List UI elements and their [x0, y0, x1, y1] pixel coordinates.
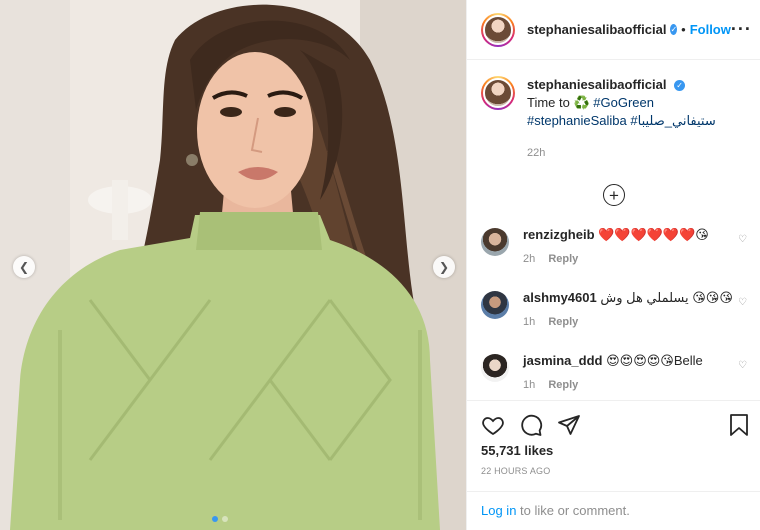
like-comment-icon[interactable]: ♡	[738, 360, 747, 371]
next-photo-button[interactable]: ❯	[433, 256, 455, 278]
chevron-right-icon: ❯	[438, 260, 450, 274]
reply-button[interactable]: Reply	[548, 253, 578, 265]
commenter-username[interactable]: renzizgheib	[523, 227, 595, 242]
comment-item: alshmy4601 يسلملي هل وش 😘😘😘 1h Reply ♡	[467, 289, 760, 328]
caption-text: Time to ♻️	[527, 95, 594, 110]
login-prompt: Log in to like or comment.	[467, 491, 760, 529]
carousel-indicator	[212, 516, 228, 522]
separator-dot: •	[681, 22, 686, 37]
like-comment-icon[interactable]: ♡	[738, 297, 747, 308]
author-username[interactable]: stephaniesalibaofficial	[527, 22, 666, 37]
comment-item: renzizgheib ❤️❤️❤️❤️❤️❤️😘 2h Reply ♡	[467, 226, 760, 265]
reply-button[interactable]: Reply	[548, 379, 578, 391]
bookmark-icon[interactable]	[727, 413, 751, 437]
carousel-dot	[212, 516, 218, 522]
photo-illustration	[0, 0, 466, 530]
commenter-avatar[interactable]	[481, 228, 509, 256]
commenter-avatar[interactable]	[481, 354, 509, 382]
caption-avatar[interactable]	[481, 76, 515, 110]
hashtag-link[interactable]: #ستيفاني_صليبا	[630, 113, 715, 128]
reply-button[interactable]: Reply	[548, 316, 578, 328]
comments-section: stephaniesalibaofficial ✓ Time to ♻️ #Go…	[467, 60, 760, 400]
post-header: stephaniesalibaofficial ✓ • Follow ···	[467, 0, 760, 60]
likes-count[interactable]: 55,731 likes	[467, 441, 760, 458]
login-link[interactable]: Log in	[481, 503, 516, 518]
like-comment-icon[interactable]: ♡	[738, 234, 747, 245]
chevron-left-icon: ❮	[18, 260, 30, 274]
more-options-icon[interactable]: ···	[731, 19, 752, 40]
post-timestamp: 22 HOURS AGO	[481, 466, 551, 476]
post-sidebar: stephaniesalibaofficial ✓ • Follow ··· s…	[466, 0, 760, 530]
follow-button[interactable]: Follow	[690, 22, 731, 37]
action-bar	[467, 401, 760, 441]
hashtag-link[interactable]: #stephanieSaliba	[527, 113, 627, 128]
commenter-avatar[interactable]	[481, 291, 509, 319]
heart-icon[interactable]	[481, 413, 505, 437]
author-avatar[interactable]	[481, 12, 515, 47]
verified-badge-icon: ✓	[670, 24, 678, 35]
post-caption: stephaniesalibaofficial ✓ Time to ♻️ #Go…	[467, 60, 760, 162]
plus-icon: +	[609, 185, 619, 205]
post-photo[interactable]: ❮ ❯	[0, 0, 466, 530]
comment-timestamp: 1h	[523, 316, 536, 328]
comment-text: 😍😍😍😍😘Belle	[606, 353, 703, 368]
login-prompt-text: to like or comment.	[516, 503, 630, 518]
previous-photo-button[interactable]: ❮	[13, 256, 35, 278]
load-more-comments-button[interactable]: +	[603, 184, 625, 206]
commenter-username[interactable]: jasmina_ddd	[523, 353, 602, 368]
caption-timestamp: 22h	[527, 147, 546, 159]
carousel-dot	[222, 516, 228, 522]
hashtag-link[interactable]: #GoGreen	[593, 95, 654, 110]
post-actions: 55,731 likes 22 HOURS AGO Log in to like…	[467, 400, 760, 530]
comment-text: ❤️❤️❤️❤️❤️❤️😘	[598, 227, 709, 242]
commenter-username[interactable]: alshmy4601	[523, 290, 597, 305]
comment-timestamp: 1h	[523, 379, 536, 391]
share-icon[interactable]	[557, 413, 581, 437]
verified-badge-icon: ✓	[674, 80, 686, 92]
caption-username[interactable]: stephaniesalibaofficial	[527, 77, 666, 92]
comment-timestamp: 2h	[523, 253, 536, 265]
comment-text: يسلملي هل وش 😘😘😘	[600, 290, 733, 305]
comment-item: jasmina_ddd 😍😍😍😍😘Belle 1h Reply ♡	[467, 352, 760, 391]
comment-icon[interactable]	[519, 413, 543, 437]
